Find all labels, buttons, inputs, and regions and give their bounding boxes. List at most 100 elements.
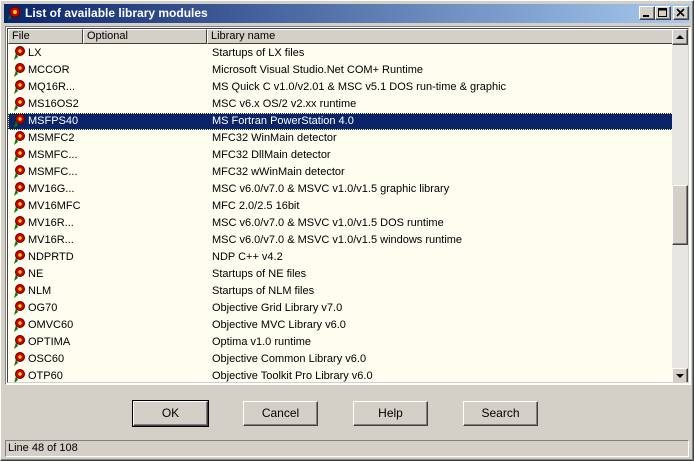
cell-library-name: MFC 2.0/2.5 16bit: [212, 200, 300, 212]
column-header-optional[interactable]: Optional: [83, 29, 207, 44]
column-header-library-name[interactable]: Library name: [207, 29, 674, 44]
library-module-icon: [11, 368, 27, 382]
table-row[interactable]: MSMFC2 MFC32 WinMain detector: [8, 130, 674, 147]
table-row[interactable]: OMVC60 Objective MVC Library v6.0: [8, 317, 674, 334]
cell-library-name: MFC32 wWinMain detector: [212, 166, 345, 178]
minimize-icon: [643, 15, 649, 17]
library-module-icon: [11, 62, 27, 79]
window-title: List of available library modules: [25, 6, 208, 20]
cell-file: MV16R...: [28, 234, 74, 246]
cell-library-name: MSC v6.x OS/2 v2.xx runtime: [212, 98, 357, 110]
table-row[interactable]: MSMFC... MFC32 wWinMain detector: [8, 164, 674, 181]
maximize-icon: [658, 8, 667, 17]
column-header-library-name-label: Library name: [211, 30, 276, 42]
module-list-viewport: File Optional Library name LX Startups of…: [7, 28, 689, 383]
cell-library-name: MFC32 DllMain detector: [212, 149, 331, 161]
column-header-file[interactable]: File: [8, 29, 83, 44]
cell-file: MCCOR: [28, 64, 70, 76]
table-row[interactable]: MCCOR Microsoft Visual Studio.Net COM+ Ru…: [8, 62, 674, 79]
minimize-button-alt[interactable]: [639, 6, 655, 20]
cell-file: OPTIMA: [28, 336, 71, 348]
cell-file: NDPRTD: [28, 251, 74, 263]
table-row[interactable]: MSFPS40 MS Fortran PowerStation 4.0: [8, 113, 674, 130]
table-row[interactable]: NDPRTD NDP C++ v4.2: [8, 249, 674, 266]
cell-library-name: Objective Toolkit Pro Library v6.0: [212, 370, 373, 382]
status-bar: Line 48 of 108: [5, 440, 689, 457]
library-module-icon: [11, 96, 27, 113]
table-row[interactable]: LX Startups of LX files: [8, 45, 674, 62]
library-module-icon: [11, 232, 27, 249]
cell-file: OTP60: [28, 370, 63, 382]
cell-file: MS16OS2: [28, 98, 79, 110]
ok-button[interactable]: OK: [132, 400, 209, 427]
arrow-up-icon: [676, 35, 684, 39]
cell-library-name: Microsoft Visual Studio.Net COM+ Runtime: [212, 64, 424, 76]
library-module-icon: [11, 198, 27, 215]
cancel-button[interactable]: Cancel: [243, 401, 318, 426]
library-module-icon: [11, 147, 27, 164]
library-module-icon: [11, 79, 27, 96]
cell-file: MV16R...: [28, 217, 74, 229]
column-header-file-label: File: [12, 30, 30, 42]
list-header: File Optional Library name: [8, 29, 674, 44]
cell-library-name: MSC v6.0/v7.0 & MSVC v1.0/v1.5 graphic l…: [212, 183, 450, 195]
table-row[interactable]: MV16R... MSC v6.0/v7.0 & MSVC v1.0/v1.5 w…: [8, 232, 674, 249]
vertical-scrollbar[interactable]: [672, 29, 688, 382]
table-row[interactable]: OSC60 Objective Common Library v6.0: [8, 351, 674, 368]
cell-library-name: Startups of NLM files: [212, 285, 315, 297]
table-row[interactable]: OG70 Objective Grid Library v7.0: [8, 300, 674, 317]
close-button[interactable]: [673, 6, 689, 20]
library-module-icon: [11, 300, 27, 317]
table-row[interactable]: MV16MFC MFC 2.0/2.5 16bit: [8, 198, 674, 215]
table-row[interactable]: OPTIMA Optima v1.0 runtime: [8, 334, 674, 351]
close-icon: [676, 8, 685, 17]
table-row[interactable]: MV16R... MSC v6.0/v7.0 & MSVC v1.0/v1.5 D…: [8, 215, 674, 232]
table-row[interactable]: MQ16R... MS Quick C v1.0/v2.01 & MSC v5.1…: [8, 79, 674, 96]
scroll-down-button[interactable]: [672, 368, 688, 382]
module-list[interactable]: File Optional Library name LX Startups of…: [5, 26, 691, 385]
table-row[interactable]: MS16OS2 MSC v6.x OS/2 v2.xx runtime: [8, 96, 674, 113]
cell-file: NLM: [28, 285, 52, 297]
cell-file: OSC60: [28, 353, 65, 365]
table-row[interactable]: MSMFC... MFC32 DllMain detector: [8, 147, 674, 164]
cell-library-name: Objective MVC Library v6.0: [212, 319, 346, 331]
cell-library-name: Objective Common Library v6.0: [212, 353, 367, 365]
column-header-optional-label: Optional: [87, 30, 128, 42]
table-row[interactable]: NE Startups of NE files: [8, 266, 674, 283]
cell-library-name: Startups of LX files: [212, 47, 305, 59]
library-module-icon: [11, 181, 27, 198]
arrow-down-icon: [676, 374, 684, 378]
cell-library-name: MSC v6.0/v7.0 & MSVC v1.0/v1.5 windows r…: [212, 234, 463, 246]
cell-file: MSFPS40: [28, 115, 79, 127]
library-module-icon: [11, 215, 27, 232]
cell-file: LX: [28, 47, 42, 59]
cell-file: OG70: [28, 302, 58, 314]
library-module-icon: [11, 164, 27, 181]
library-module-icon: [11, 266, 27, 283]
title-bar[interactable]: List of available library modules: [4, 4, 690, 23]
help-button[interactable]: Help: [353, 401, 428, 426]
cell-library-name: MS Fortran PowerStation 4.0: [212, 115, 354, 127]
cell-file: MV16G...: [28, 183, 75, 195]
cell-library-name: MSC v6.0/v7.0 & MSVC v1.0/v1.5 DOS runti…: [212, 217, 444, 229]
table-row[interactable]: MV16G... MSC v6.0/v7.0 & MSVC v1.0/v1.5 g…: [8, 181, 674, 198]
cell-file: NE: [28, 268, 44, 280]
library-modules-window: List of available library modules File O…: [0, 0, 694, 461]
table-row[interactable]: OTP60 Objective Toolkit Pro Library v6.0: [8, 368, 674, 382]
cell-file: MV16MFC: [28, 200, 81, 212]
library-module-icon: [11, 45, 27, 62]
table-row[interactable]: NLM Startups of NLM files: [8, 283, 674, 300]
search-button[interactable]: Search: [463, 401, 538, 426]
cell-file: OMVC60: [28, 319, 74, 331]
scrollbar-thumb[interactable]: [672, 185, 688, 245]
cell-file: MSMFC...: [28, 149, 78, 161]
library-module-icon: [11, 249, 27, 266]
scroll-up-button[interactable]: [672, 29, 688, 45]
cell-library-name: MS Quick C v1.0/v2.01 & MSC v5.1 DOS run…: [212, 81, 507, 93]
maximize-button[interactable]: [655, 6, 671, 20]
cell-file: MSMFC...: [28, 166, 78, 178]
library-module-icon: [11, 351, 27, 368]
cell-file: MQ16R...: [28, 81, 76, 93]
library-module-icon: [11, 113, 27, 130]
library-module-icon: [11, 317, 27, 334]
